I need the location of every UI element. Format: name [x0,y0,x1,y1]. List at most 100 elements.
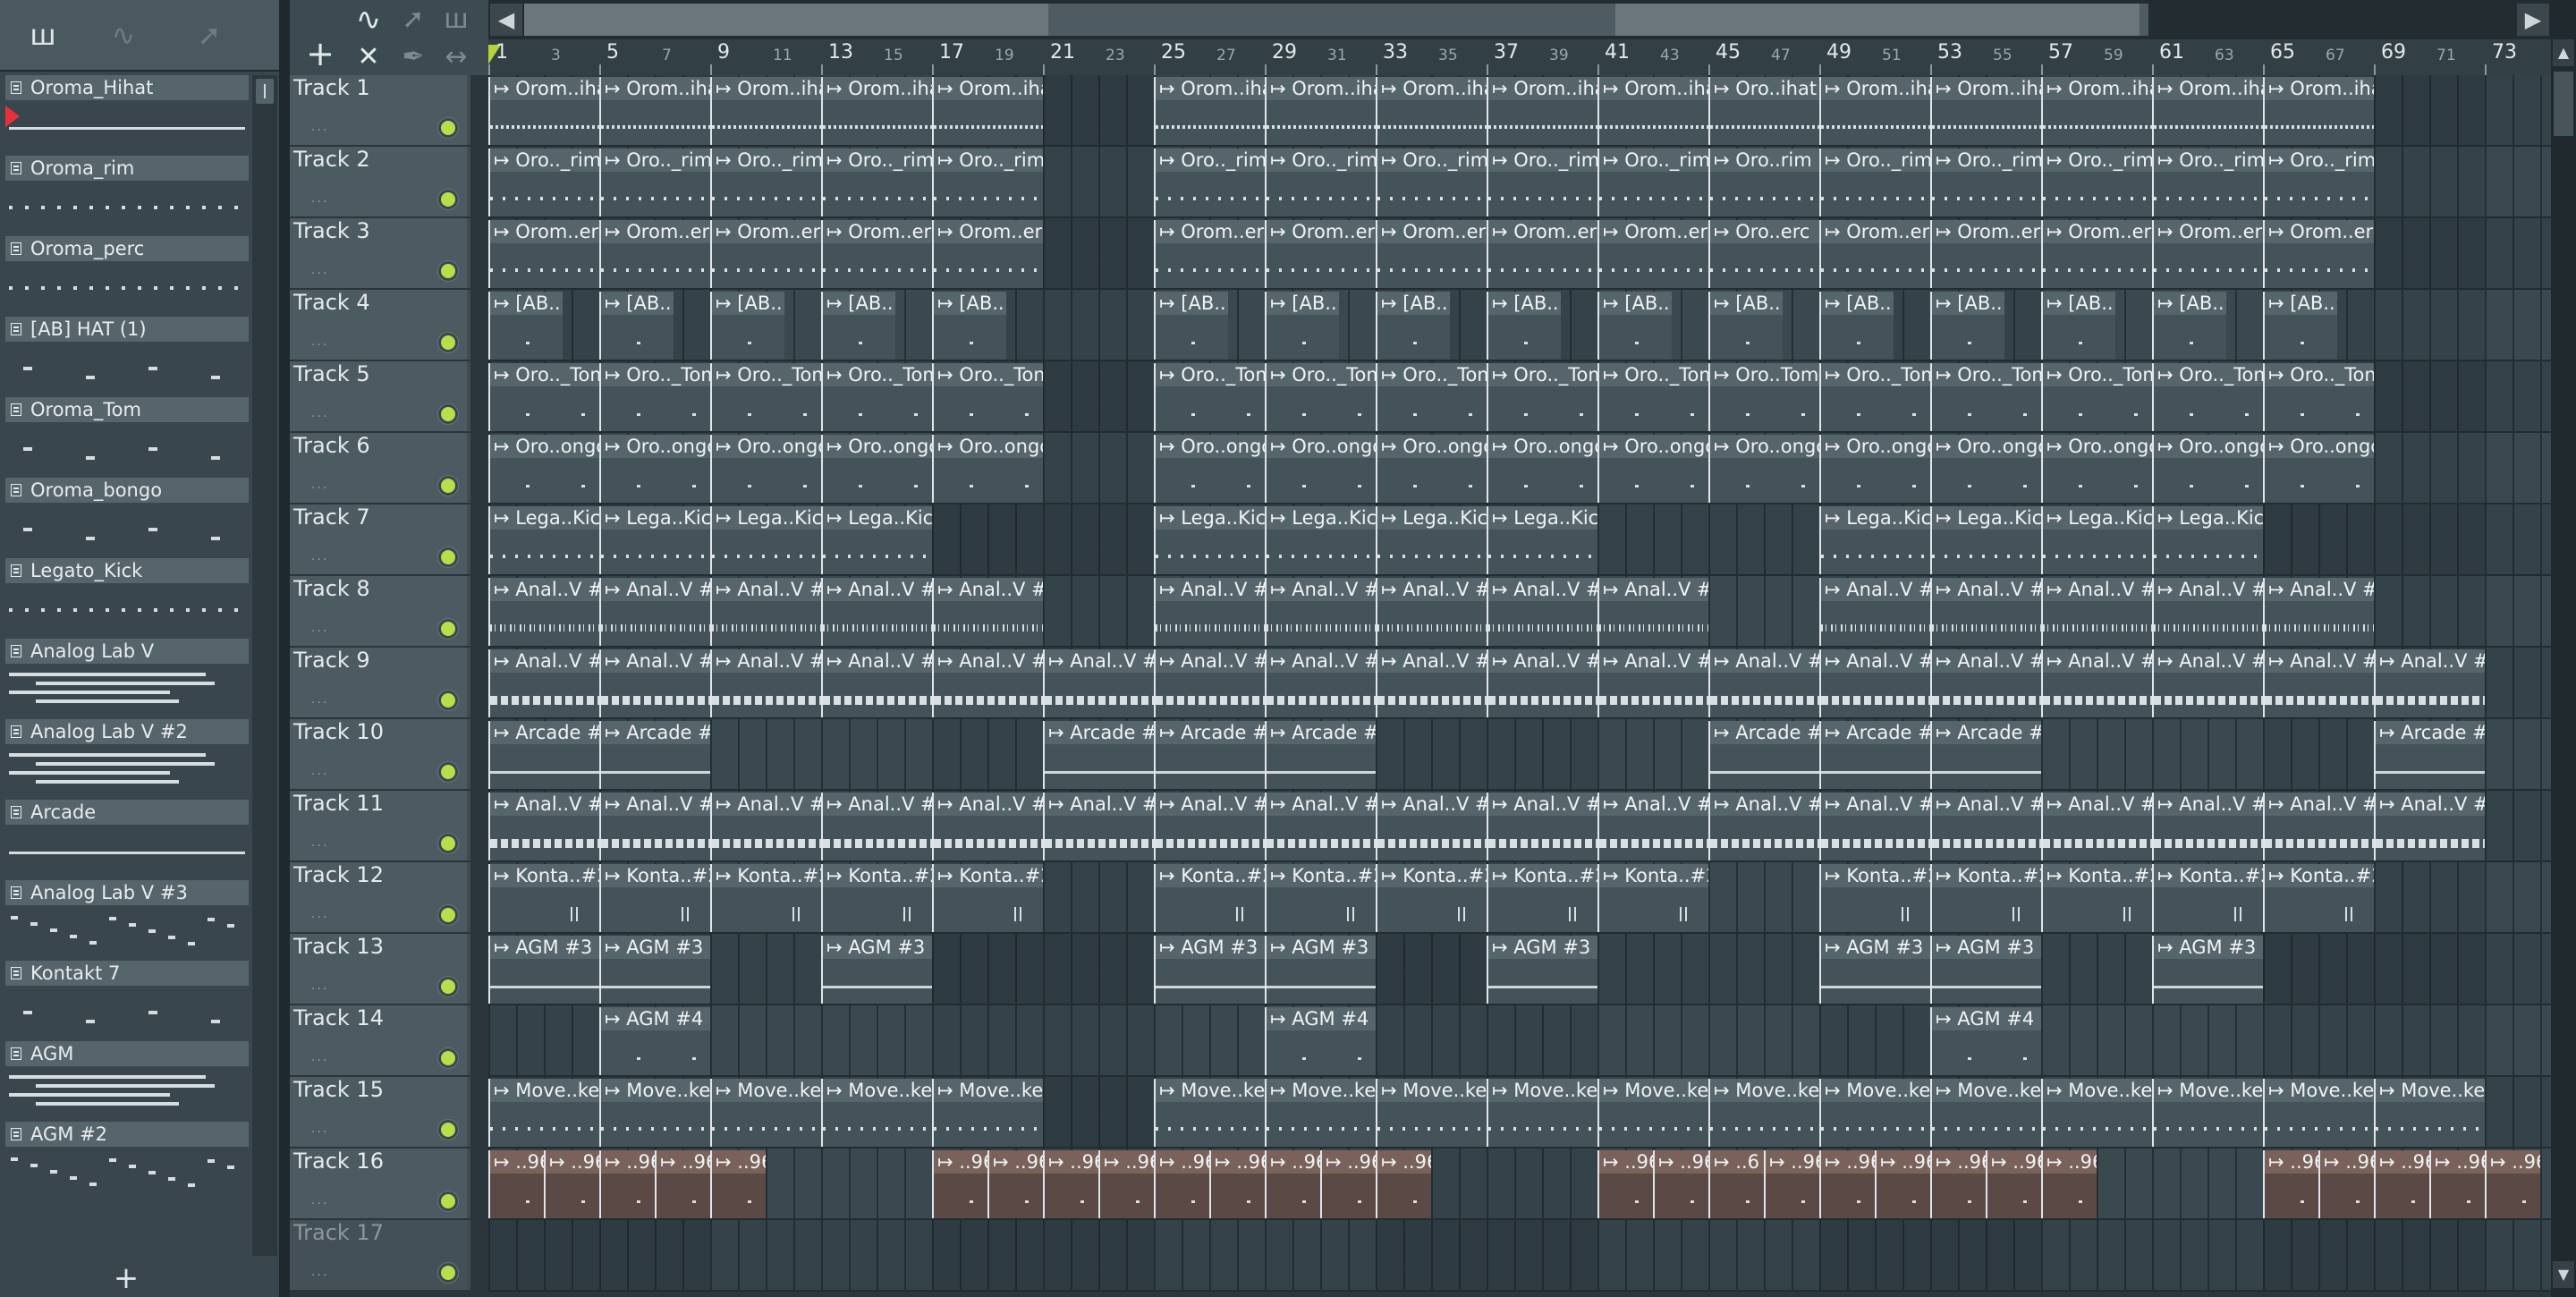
audio-clip[interactable]: ↦ ..96 [1875,1150,1930,1218]
audio-clip[interactable]: ↦ ..96 [1930,1150,1986,1218]
track-header[interactable]: Track 4... [290,290,470,361]
pattern-clip[interactable]: ↦ Oro..ongo [932,435,1043,503]
track-mute-led[interactable] [438,977,458,996]
audio-clip[interactable]: ↦ ..96 [2485,1150,2540,1218]
track-lane[interactable]: ↦ ..96↦ ..96↦ ..96↦ ..96↦ ..96↦ ..96↦ ..… [488,1149,2551,1220]
pattern-clip[interactable]: ↦ [AB..1] [821,292,895,360]
pattern-clip[interactable]: ↦ Lega..Kick [1376,506,1487,574]
pattern-clip[interactable]: ↦ Oro..ongo [1708,435,1819,503]
pattern-clip[interactable]: ↦ Oro..ongo [1376,435,1487,503]
audio-clip[interactable]: ↦ ..96 [1376,1150,1431,1218]
pattern-clip[interactable]: ↦ Anal..V #5 [932,649,1043,717]
pattern-clip[interactable]: ↦ Orom..ihat [1265,77,1376,145]
pattern-clip[interactable]: ↦ Move..ker [1154,1079,1265,1147]
audio-icon[interactable]: ∿ [104,16,143,54]
pattern-clip[interactable]: ↦ AGM #4 [1265,1007,1376,1075]
pattern-clip[interactable]: ↦ Konta..#2 [1597,864,1708,932]
pattern-item[interactable]: Arcade [5,800,249,880]
pattern-item[interactable]: Legato_Kick [5,558,249,639]
track-header[interactable]: Track 3... [290,218,470,290]
pattern-clip[interactable]: ↦ Oro.._Tom [2041,363,2152,431]
track-header[interactable]: Track 16... [290,1149,470,1220]
pattern-clip[interactable]: ↦ Oro.._rim [821,148,932,216]
pattern-item[interactable]: Oroma_Hihat [5,75,249,156]
pattern-clip[interactable]: ↦ Oro..ongo [1819,435,1930,503]
track-header[interactable]: Track 17... [290,1220,470,1292]
pattern-clip[interactable]: ↦ Konta..#2 [1376,864,1487,932]
scroll-down-button[interactable]: ▼ [2553,1261,2574,1288]
pattern-clip[interactable]: ↦ Oro.._rim [1487,148,1597,216]
pattern-item[interactable]: AGM [5,1041,249,1122]
pattern-clip[interactable]: ↦ Oro.._rim [1154,148,1265,216]
track-mute-led[interactable] [438,691,458,710]
pattern-item[interactable]: Oroma_perc [5,236,249,317]
track-options[interactable]: ... [311,907,328,921]
pattern-clip[interactable]: ↦ Oro.._rim [2152,148,2263,216]
pattern-clip[interactable]: ↦ AGM #4 [1930,1007,2041,1075]
track-options[interactable]: ... [311,1193,328,1208]
pattern-clip[interactable]: ↦ Anal..V #6 [1265,793,1376,860]
pattern-icon[interactable]: ш [23,16,63,54]
pattern-clip[interactable]: ↦ Anal..V #4 [1487,578,1597,646]
track-lane[interactable]: ↦ [AB..1] ↦ [AB..1] ↦ [AB..1] ↦ [AB..1] ↦ [A… [488,290,2551,361]
pattern-header[interactable]: AGM #2 [5,1122,249,1147]
pattern-item[interactable]: Analog Lab V [5,639,249,719]
pattern-clip[interactable]: ↦ [AB..1] [710,292,784,360]
track-options[interactable]: ... [311,835,328,850]
browser-scroll-thumb[interactable] [256,79,274,104]
scroll-left-button[interactable]: ◀ [490,4,522,36]
pattern-clip[interactable]: ↦ Anal..V #6 [599,793,710,860]
pattern-clip[interactable]: ↦ Anal..V #5 [710,649,821,717]
pattern-clip[interactable]: ↦ Anal..V #5 [2263,649,2374,717]
track-header[interactable]: Track 1... [290,75,470,147]
pattern-clip[interactable]: ↦ Anal..V #5 [1930,649,2041,717]
pattern-clip[interactable]: ↦ Orom..erc [1819,220,1930,288]
track-lane[interactable]: ↦ Lega..Kick↦ Lega..Kick↦ Lega..Kick↦ Le… [488,504,2551,576]
pattern-clip[interactable]: ↦ Move..ker [1265,1079,1376,1147]
track-options[interactable]: ... [311,1122,328,1136]
track-options[interactable]: ... [311,1265,328,1279]
panel-divider[interactable] [279,0,290,1297]
pattern-clip[interactable]: ↦ Orom..erc [1487,220,1597,288]
pattern-clip[interactable]: ↦ Oro.._rim [1819,148,1930,216]
track-options[interactable]: ... [311,263,328,277]
track-options[interactable]: ... [311,1050,328,1064]
pattern-clip[interactable]: ↦ Oro.._Tom [1930,363,2041,431]
pattern-clip[interactable]: ↦ AGM #3 [599,936,710,1004]
pattern-clip[interactable]: ↦ Anal..V #4 [2263,578,2374,646]
pattern-clip[interactable]: ↦ Orom..ihat [1154,77,1265,145]
pattern-clip[interactable]: ↦ Oro.._rim [2041,148,2152,216]
pattern-clip[interactable]: ↦ Orom..ihat [488,77,599,145]
pattern-header[interactable]: AGM [5,1041,249,1066]
pattern-clip[interactable]: ↦ Oro.._Tom [1265,363,1376,431]
pattern-clip[interactable]: ↦ Anal..V #6 [1043,793,1154,860]
pattern-clip[interactable]: ↦ Anal..V #6 [1597,793,1708,860]
track-mute-led[interactable] [438,1048,458,1068]
pattern-clip[interactable]: ↦ Orom..ihat [2263,77,2374,145]
pattern-clip[interactable]: ↦ Orom..erc [488,220,599,288]
pattern-clip[interactable]: ↦ Oro.._rim [599,148,710,216]
browser-scrollbar[interactable] [252,75,277,1256]
pattern-clip[interactable]: ↦ Orom..erc [599,220,710,288]
track-options[interactable]: ... [311,549,328,564]
stretch-icon[interactable]: ↔ [438,39,474,75]
pattern-clip[interactable]: ↦ Konta..#2 [2152,864,2263,932]
track-lane[interactable]: ↦ AGM #4 ↦ AGM #4 ↦ AGM #4 [488,1005,2551,1077]
pattern-clip[interactable]: ↦ Move..ker [1597,1079,1708,1147]
pattern-clip[interactable]: ↦ Anal..V #5 [1154,649,1265,717]
pattern-clip[interactable]: ↦ [AB..1] [1819,292,1894,360]
track-mute-led[interactable] [438,333,458,352]
pattern-clip[interactable]: ↦ Oro.._rim [2263,148,2374,216]
pattern-item[interactable]: Oroma_rim [5,156,249,236]
pattern-clip[interactable]: ↦ [AB..1] [1487,292,1561,360]
pattern-clip[interactable]: ↦ AGM #3 [2152,936,2263,1004]
pattern-clip[interactable]: ↦ Move..ker [1487,1079,1597,1147]
pattern-clip[interactable]: ↦ [AB..1] [2041,292,2115,360]
pattern-clip[interactable]: ↦ Anal..V #5 [2041,649,2152,717]
audio-clip[interactable]: ↦ ..96 [1819,1150,1875,1218]
pattern-header[interactable]: Oroma_Tom [5,397,249,422]
pattern-clip[interactable]: ↦ Oro.._Tom [2152,363,2263,431]
pattern-clip[interactable]: ↦ Orom..ihat [1930,77,2041,145]
pattern-item[interactable]: AGM #2 [5,1122,249,1202]
track-lane[interactable]: ↦ AGM #3 ↦ AGM #3 ↦ AGM #3 ↦ AGM #3 ↦ AGM #3… [488,934,2551,1005]
